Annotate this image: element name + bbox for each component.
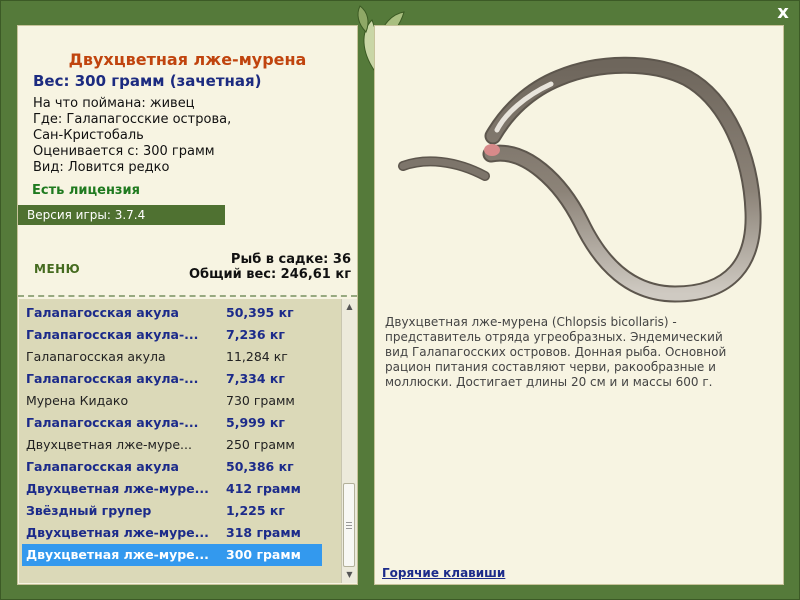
list-item-name: Галапагосская акула bbox=[26, 305, 179, 320]
list-item-weight: 5,999 кг bbox=[226, 415, 285, 430]
list-item-weight: 50,395 кг bbox=[226, 305, 294, 320]
info-location: Где: Галапагосские острова, bbox=[33, 112, 232, 127]
list-item-weight: 730 грамм bbox=[226, 393, 295, 408]
fish-title: Двухцветная лже-мурена bbox=[68, 50, 307, 69]
list-item-name: Галапагосская акула-... bbox=[26, 371, 199, 386]
close-icon[interactable]: x bbox=[777, 2, 789, 23]
fish-detail-panel: Двухцветная лже-мурена (Chlopsis bicolla… bbox=[374, 25, 784, 585]
info-location-cont: Сан-Кристобаль bbox=[33, 128, 144, 143]
scrollbar-thumb[interactable] bbox=[343, 483, 355, 567]
list-item-weight: 412 грамм bbox=[226, 481, 301, 496]
list-item-weight: 11,284 кг bbox=[226, 349, 288, 364]
list-item-weight: 300 грамм bbox=[226, 547, 301, 562]
list-item-weight: 7,236 кг bbox=[226, 327, 285, 342]
catch-list: Галапагосская акула 50,395 кг Галапагосска… bbox=[19, 299, 357, 583]
list-item[interactable]: Галапагосская акула 11,284 кг bbox=[22, 346, 322, 368]
version-bar: Версия игры: 3.7.4 bbox=[18, 205, 225, 225]
fish-weight: Вес: 300 грамм (зачетная) bbox=[33, 72, 262, 90]
info-bait: На что поймана: живец bbox=[33, 96, 195, 111]
arrow-up-icon[interactable]: ▲ bbox=[342, 299, 357, 315]
fish-image bbox=[398, 56, 762, 303]
list-item[interactable]: Галапагосская акула-... 5,999 кг bbox=[22, 412, 322, 434]
thumb-grip bbox=[346, 525, 352, 526]
list-item[interactable]: Галапагосская акула 50,395 кг bbox=[22, 302, 322, 324]
license-status: Есть лицензия bbox=[32, 183, 140, 198]
list-item-name: Двухцветная лже-муре... bbox=[26, 437, 192, 452]
list-item-name: Галапагосская акула bbox=[26, 349, 166, 364]
thumb-grip bbox=[346, 522, 352, 523]
list-item[interactable]: Галапагосская акула 50,386 кг bbox=[22, 456, 322, 478]
fish-description: Двухцветная лже-мурена (Chlopsis bicolla… bbox=[385, 315, 727, 389]
list-item-name: Звёздный групер bbox=[26, 503, 152, 518]
fish-info-panel: Двухцветная лже-мурена Вес: 300 грамм (з… bbox=[17, 25, 358, 585]
list-item[interactable]: Мурена Кидако 730 грамм bbox=[22, 390, 322, 412]
total-weight: Общий вес: 246,61 кг bbox=[188, 267, 351, 282]
list-item[interactable]: Двухцветная лже-муре... 318 грамм bbox=[22, 522, 322, 544]
list-item[interactable]: Галапагосская акула-... 7,236 кг bbox=[22, 324, 322, 346]
list-item-weight: 50,386 кг bbox=[226, 459, 294, 474]
list-item[interactable]: Двухцветная лже-муре... 412 грамм bbox=[22, 478, 322, 500]
menu-button[interactable]: МЕНЮ bbox=[34, 262, 80, 276]
list-item-name: Двухцветная лже-муре... bbox=[26, 547, 209, 562]
list-item-name: Галапагосская акула-... bbox=[26, 415, 199, 430]
info-rarity: Вид: Ловится редко bbox=[33, 160, 170, 175]
list-item-weight: 250 грамм bbox=[226, 437, 295, 452]
list-item[interactable]: Двухцветная лже-муре... 300 грамм bbox=[22, 544, 322, 566]
list-item-weight: 7,334 кг bbox=[226, 371, 285, 386]
list-item-name: Мурена Кидако bbox=[26, 393, 129, 408]
list-item-weight: 1,225 кг bbox=[226, 503, 285, 518]
close-button[interactable]: x bbox=[774, 4, 792, 22]
list-item[interactable]: Двухцветная лже-муре... 250 грамм bbox=[22, 434, 322, 456]
arrow-down-icon[interactable]: ▼ bbox=[342, 567, 357, 583]
divider bbox=[18, 295, 357, 297]
list-item[interactable]: Звёздный групер 1,225 кг bbox=[22, 500, 322, 522]
list-item-name: Галапагосская акула-... bbox=[26, 327, 199, 342]
list-item-name: Двухцветная лже-муре... bbox=[26, 481, 209, 496]
hotkeys-link[interactable]: Горячие клавиши bbox=[382, 566, 505, 580]
list-item-name: Двухцветная лже-муре... bbox=[26, 525, 209, 540]
list-item-weight: 318 грамм bbox=[226, 525, 301, 540]
thumb-grip bbox=[346, 528, 352, 529]
info-rated-from: Оценивается с: 300 грамм bbox=[33, 144, 215, 159]
list-item-name: Галапагосская акула bbox=[26, 459, 179, 474]
list-item[interactable]: Галапагосская акула-... 7,334 кг bbox=[22, 368, 322, 390]
catch-stats: Рыб в садке: 36 Общий вес: 246,61 кг bbox=[189, 252, 351, 282]
scrollbar[interactable]: ▲ ▼ bbox=[341, 299, 357, 583]
fish-count: Рыб в садке: 36 bbox=[230, 252, 351, 267]
